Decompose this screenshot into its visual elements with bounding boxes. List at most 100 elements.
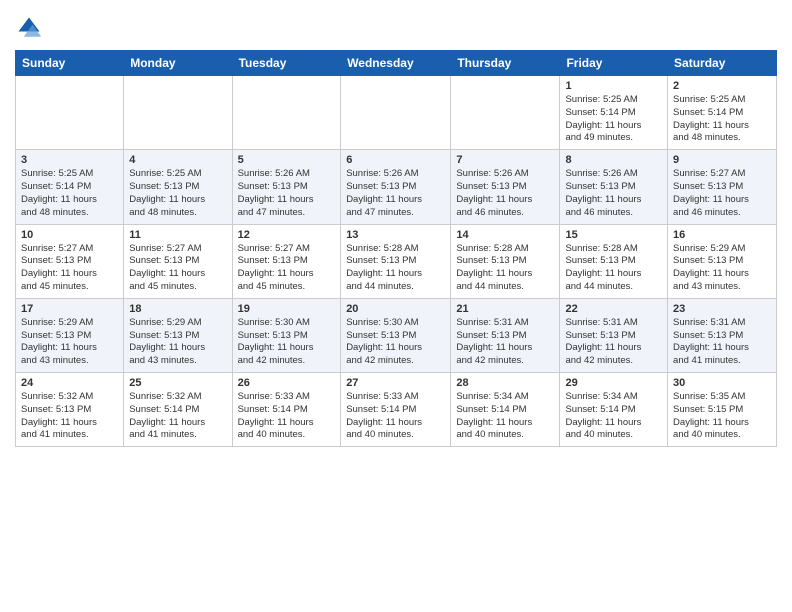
day-number: 29 bbox=[565, 377, 662, 389]
calendar-cell: 6Sunrise: 5:26 AM Sunset: 5:13 PM Daylig… bbox=[341, 150, 451, 224]
day-number: 14 bbox=[456, 229, 554, 241]
calendar-cell: 13 Sunrise: 5:28 AM Sunset: 5:13 PM Dayli… bbox=[341, 224, 451, 298]
day-info: Sunrise: 5:29 AM Sunset: 5:13 PM Dayligh… bbox=[21, 317, 118, 368]
calendar-cell: 19 Sunrise: 5:30 AM Sunset: 5:13 PM Dayli… bbox=[232, 298, 341, 372]
day-info: Sunrise: 5:26 AM Sunset: 5:13 PM Dayligh… bbox=[456, 168, 554, 219]
calendar-cell: 17 Sunrise: 5:29 AM Sunset: 5:13 PM Dayli… bbox=[16, 298, 124, 372]
calendar-week-row: 17 Sunrise: 5:29 AM Sunset: 5:13 PM Dayli… bbox=[16, 298, 777, 372]
weekday-header: Saturday bbox=[668, 51, 777, 76]
calendar-cell: 10 Sunrise: 5:27 AM Sunset: 5:13 PM Dayli… bbox=[16, 224, 124, 298]
calendar-week-row: 24 Sunrise: 5:32 AM Sunset: 5:13 PM Dayli… bbox=[16, 373, 777, 447]
calendar-week-row: 1 Sunrise: 5:25 AM Sunset: 5:14 PM Daylig… bbox=[16, 76, 777, 150]
day-info: Sunrise: 5:31 AM Sunset: 5:13 PM Dayligh… bbox=[565, 317, 662, 368]
day-number: 15 bbox=[565, 229, 662, 241]
calendar-cell: 8 Sunrise: 5:26 AM Sunset: 5:13 PM Daylig… bbox=[560, 150, 668, 224]
calendar-cell bbox=[451, 76, 560, 150]
day-number: 16 bbox=[673, 229, 771, 241]
day-info: Sunrise: 5:25 AM Sunset: 5:14 PM Dayligh… bbox=[673, 94, 771, 145]
day-number: 8 bbox=[565, 154, 662, 166]
day-info: Sunrise: 5:30 AM Sunset: 5:13 PM Dayligh… bbox=[346, 317, 445, 368]
calendar-week-row: 3Sunrise: 5:25 AM Sunset: 5:14 PM Daylig… bbox=[16, 150, 777, 224]
day-info: Sunrise: 5:31 AM Sunset: 5:13 PM Dayligh… bbox=[673, 317, 771, 368]
day-info: Sunrise: 5:28 AM Sunset: 5:13 PM Dayligh… bbox=[456, 243, 554, 294]
day-number: 25 bbox=[129, 377, 226, 389]
calendar-cell: 11 Sunrise: 5:27 AM Sunset: 5:13 PM Dayli… bbox=[124, 224, 232, 298]
calendar-header-row: SundayMondayTuesdayWednesdayThursdayFrid… bbox=[16, 51, 777, 76]
day-number: 23 bbox=[673, 303, 771, 315]
calendar-cell: 26 Sunrise: 5:33 AM Sunset: 5:14 PM Dayli… bbox=[232, 373, 341, 447]
page-header bbox=[15, 10, 777, 42]
calendar-cell: 9 Sunrise: 5:27 AM Sunset: 5:13 PM Daylig… bbox=[668, 150, 777, 224]
day-info: Sunrise: 5:34 AM Sunset: 5:14 PM Dayligh… bbox=[456, 391, 554, 442]
calendar-cell: 7 Sunrise: 5:26 AM Sunset: 5:13 PM Daylig… bbox=[451, 150, 560, 224]
calendar-cell bbox=[16, 76, 124, 150]
day-number: 5 bbox=[238, 154, 336, 166]
calendar-cell: 22 Sunrise: 5:31 AM Sunset: 5:13 PM Dayli… bbox=[560, 298, 668, 372]
calendar-cell: 12 Sunrise: 5:27 AM Sunset: 5:13 PM Dayli… bbox=[232, 224, 341, 298]
day-info: Sunrise: 5:35 AM Sunset: 5:15 PM Dayligh… bbox=[673, 391, 771, 442]
day-info: Sunrise: 5:27 AM Sunset: 5:13 PM Dayligh… bbox=[238, 243, 336, 294]
weekday-header: Sunday bbox=[16, 51, 124, 76]
calendar-cell: 28Sunrise: 5:34 AM Sunset: 5:14 PM Dayli… bbox=[451, 373, 560, 447]
weekday-header: Thursday bbox=[451, 51, 560, 76]
calendar-cell: 30 Sunrise: 5:35 AM Sunset: 5:15 PM Dayli… bbox=[668, 373, 777, 447]
day-info: Sunrise: 5:32 AM Sunset: 5:14 PM Dayligh… bbox=[129, 391, 226, 442]
day-number: 4 bbox=[129, 154, 226, 166]
calendar-cell: 23 Sunrise: 5:31 AM Sunset: 5:13 PM Dayli… bbox=[668, 298, 777, 372]
day-number: 9 bbox=[673, 154, 771, 166]
calendar-cell: 2Sunrise: 5:25 AM Sunset: 5:14 PM Daylig… bbox=[668, 76, 777, 150]
day-info: Sunrise: 5:28 AM Sunset: 5:13 PM Dayligh… bbox=[565, 243, 662, 294]
day-info: Sunrise: 5:28 AM Sunset: 5:13 PM Dayligh… bbox=[346, 243, 445, 294]
calendar-cell: 18Sunrise: 5:29 AM Sunset: 5:13 PM Dayli… bbox=[124, 298, 232, 372]
day-number: 18 bbox=[129, 303, 226, 315]
weekday-header: Tuesday bbox=[232, 51, 341, 76]
calendar-cell: 20 Sunrise: 5:30 AM Sunset: 5:13 PM Dayli… bbox=[341, 298, 451, 372]
day-number: 3 bbox=[21, 154, 118, 166]
day-number: 13 bbox=[346, 229, 445, 241]
weekday-header: Friday bbox=[560, 51, 668, 76]
day-number: 17 bbox=[21, 303, 118, 315]
day-info: Sunrise: 5:27 AM Sunset: 5:13 PM Dayligh… bbox=[129, 243, 226, 294]
day-info: Sunrise: 5:33 AM Sunset: 5:14 PM Dayligh… bbox=[346, 391, 445, 442]
day-number: 27 bbox=[346, 377, 445, 389]
logo-icon bbox=[15, 14, 43, 42]
day-info: Sunrise: 5:30 AM Sunset: 5:13 PM Dayligh… bbox=[238, 317, 336, 368]
day-number: 20 bbox=[346, 303, 445, 315]
day-number: 22 bbox=[565, 303, 662, 315]
day-info: Sunrise: 5:26 AM Sunset: 5:13 PM Dayligh… bbox=[565, 168, 662, 219]
day-number: 26 bbox=[238, 377, 336, 389]
day-number: 10 bbox=[21, 229, 118, 241]
calendar-cell: 16 Sunrise: 5:29 AM Sunset: 5:13 PM Dayli… bbox=[668, 224, 777, 298]
weekday-header: Wednesday bbox=[341, 51, 451, 76]
day-number: 1 bbox=[565, 80, 662, 92]
day-info: Sunrise: 5:31 AM Sunset: 5:13 PM Dayligh… bbox=[456, 317, 554, 368]
day-number: 21 bbox=[456, 303, 554, 315]
day-info: Sunrise: 5:32 AM Sunset: 5:13 PM Dayligh… bbox=[21, 391, 118, 442]
calendar-cell bbox=[124, 76, 232, 150]
calendar-cell: 15 Sunrise: 5:28 AM Sunset: 5:13 PM Dayli… bbox=[560, 224, 668, 298]
calendar-table: SundayMondayTuesdayWednesdayThursdayFrid… bbox=[15, 50, 777, 447]
calendar-cell: 14 Sunrise: 5:28 AM Sunset: 5:13 PM Dayli… bbox=[451, 224, 560, 298]
weekday-header: Monday bbox=[124, 51, 232, 76]
day-number: 19 bbox=[238, 303, 336, 315]
day-info: Sunrise: 5:34 AM Sunset: 5:14 PM Dayligh… bbox=[565, 391, 662, 442]
day-number: 7 bbox=[456, 154, 554, 166]
day-info: Sunrise: 5:27 AM Sunset: 5:13 PM Dayligh… bbox=[673, 168, 771, 219]
day-number: 11 bbox=[129, 229, 226, 241]
day-info: Sunrise: 5:29 AM Sunset: 5:13 PM Dayligh… bbox=[673, 243, 771, 294]
calendar-cell: 21 Sunrise: 5:31 AM Sunset: 5:13 PM Dayli… bbox=[451, 298, 560, 372]
day-info: Sunrise: 5:25 AM Sunset: 5:14 PM Dayligh… bbox=[565, 94, 662, 145]
day-info: Sunrise: 5:27 AM Sunset: 5:13 PM Dayligh… bbox=[21, 243, 118, 294]
day-number: 30 bbox=[673, 377, 771, 389]
calendar-cell: 27 Sunrise: 5:33 AM Sunset: 5:14 PM Dayli… bbox=[341, 373, 451, 447]
calendar-cell: 5Sunrise: 5:26 AM Sunset: 5:13 PM Daylig… bbox=[232, 150, 341, 224]
logo bbox=[15, 10, 47, 42]
calendar-cell bbox=[341, 76, 451, 150]
calendar-cell: 4Sunrise: 5:25 AM Sunset: 5:13 PM Daylig… bbox=[124, 150, 232, 224]
calendar-cell bbox=[232, 76, 341, 150]
day-number: 12 bbox=[238, 229, 336, 241]
day-number: 24 bbox=[21, 377, 118, 389]
calendar-cell: 29 Sunrise: 5:34 AM Sunset: 5:14 PM Dayli… bbox=[560, 373, 668, 447]
day-info: Sunrise: 5:33 AM Sunset: 5:14 PM Dayligh… bbox=[238, 391, 336, 442]
day-info: Sunrise: 5:26 AM Sunset: 5:13 PM Dayligh… bbox=[346, 168, 445, 219]
